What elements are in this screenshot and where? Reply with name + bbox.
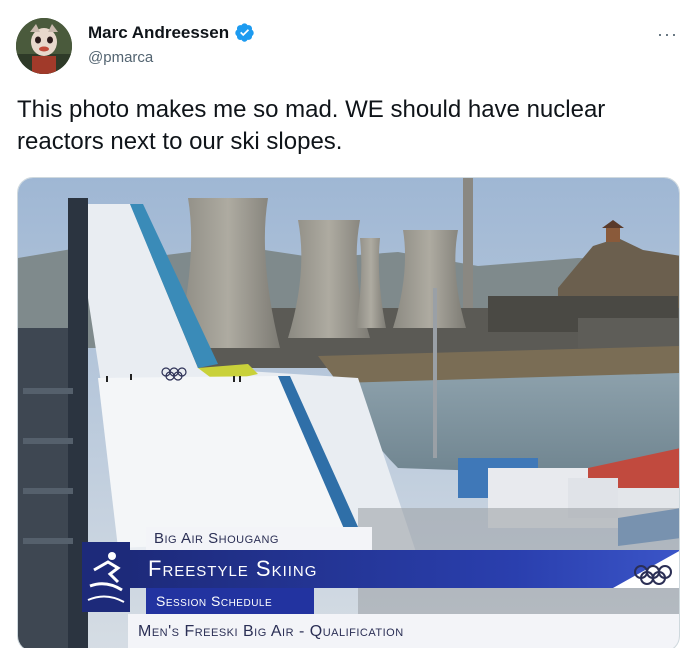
tweet-text: This photo makes me so mad. WE should ha… xyxy=(17,96,606,155)
avatar-icon xyxy=(16,18,72,74)
avatar[interactable] xyxy=(16,18,72,74)
tweet-photo[interactable]: Big Air Shougang Freestyle Skiing Sessio… xyxy=(17,177,680,648)
verified-badge-icon xyxy=(234,22,255,43)
author-name[interactable]: Marc Andreessen xyxy=(88,23,229,43)
more-options-icon[interactable]: ··· xyxy=(657,24,678,45)
author-handle[interactable]: @pmarca xyxy=(88,49,255,66)
ski-jump-power-plant-photo xyxy=(18,178,679,648)
author-name-row: Marc Andreessen xyxy=(88,22,255,43)
author-block: Marc Andreessen @pmarca xyxy=(88,22,255,66)
tweet-card: Marc Andreessen @pmarca ··· This photo m… xyxy=(0,0,700,648)
